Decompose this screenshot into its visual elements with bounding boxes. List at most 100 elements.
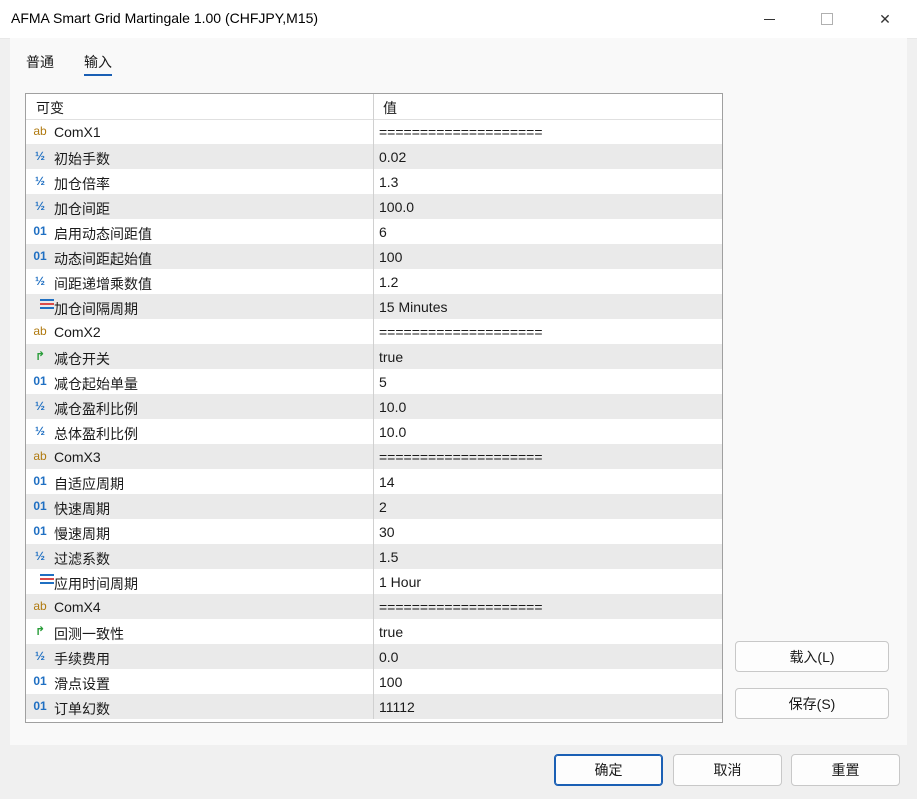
double-icon: ½ <box>34 549 45 563</box>
parameter-value[interactable]: 1.5 <box>379 549 398 565</box>
table-row[interactable]: 01 滑点设置 100 <box>26 669 722 694</box>
parameter-value[interactable]: 0.02 <box>379 149 406 165</box>
column-divider <box>373 469 374 494</box>
table-row[interactable]: ½ 手续费用 0.0 <box>26 644 722 669</box>
string-icon: ab <box>33 599 47 613</box>
parameter-name: 加仓间隔周期 <box>54 301 138 317</box>
column-divider <box>373 419 374 444</box>
parameter-value[interactable]: ==================== <box>379 599 543 615</box>
table-row[interactable]: ab ComX2 ==================== <box>26 319 722 344</box>
table-row[interactable]: ↱ 回测一致性 true <box>26 619 722 644</box>
tab-inputs[interactable]: 输入 <box>84 52 112 76</box>
parameter-value[interactable]: 10.0 <box>379 424 406 440</box>
table-row[interactable]: ½ 加仓间距 100.0 <box>26 194 722 219</box>
parameter-value[interactable]: ==================== <box>379 324 543 340</box>
table-row[interactable]: 01 减仓起始单量 5 <box>26 369 722 394</box>
parameter-value[interactable]: 15 Minutes <box>379 299 447 315</box>
grid-header: 可变 值 <box>26 94 722 120</box>
parameter-name: ComX2 <box>54 324 101 340</box>
load-button[interactable]: 载入(L) <box>735 641 889 672</box>
table-row[interactable]: 01 快速周期 2 <box>26 494 722 519</box>
table-row[interactable]: 加仓间隔周期 15 Minutes <box>26 294 722 319</box>
parameter-value[interactable]: 30 <box>379 524 395 540</box>
table-row[interactable]: ↱ 减仓开关 true <box>26 344 722 369</box>
column-divider <box>373 244 374 269</box>
table-row[interactable]: ab ComX4 ==================== <box>26 594 722 619</box>
parameter-value[interactable]: 1.2 <box>379 274 398 290</box>
column-divider <box>373 294 374 319</box>
parameter-name: 手续费用 <box>54 651 110 667</box>
integer-icon: 01 <box>33 249 47 263</box>
table-row[interactable]: ½ 加仓倍率 1.3 <box>26 169 722 194</box>
parameter-value[interactable]: 100 <box>379 674 402 690</box>
parameter-value[interactable]: 10.0 <box>379 399 406 415</box>
column-divider <box>373 369 374 394</box>
reset-button[interactable]: 重置 <box>791 754 900 786</box>
column-header-value[interactable]: 值 <box>383 98 397 118</box>
double-icon: ½ <box>34 199 45 213</box>
parameter-name: 回测一致性 <box>54 626 124 642</box>
column-header-variable[interactable]: 可变 <box>36 98 64 118</box>
double-icon: ½ <box>34 399 45 413</box>
cancel-button[interactable]: 取消 <box>673 754 782 786</box>
column-divider <box>373 594 374 619</box>
table-row[interactable]: ½ 总体盈利比例 10.0 <box>26 419 722 444</box>
integer-icon: 01 <box>33 499 47 513</box>
inputs-grid: 可变 值 ab ComX1 ==================== ½ 初始手数 0.0… <box>25 93 723 723</box>
table-row[interactable]: 01 订单幻数 11112 <box>26 694 722 719</box>
column-divider <box>373 119 374 144</box>
ok-button[interactable]: 确定 <box>554 754 663 786</box>
parameter-value[interactable]: 14 <box>379 474 395 490</box>
column-divider <box>373 669 374 694</box>
table-row[interactable]: 01 启用动态间距值 6 <box>26 219 722 244</box>
table-row[interactable]: ½ 初始手数 0.02 <box>26 144 722 169</box>
parameter-value[interactable]: ==================== <box>379 124 543 140</box>
parameter-value[interactable]: 5 <box>379 374 387 390</box>
column-divider[interactable] <box>373 94 374 119</box>
table-row[interactable]: 01 慢速周期 30 <box>26 519 722 544</box>
parameter-value[interactable]: true <box>379 624 403 640</box>
integer-icon: 01 <box>33 224 47 238</box>
parameter-name: ComX1 <box>54 124 101 140</box>
double-icon: ½ <box>34 174 45 188</box>
title-bar: AFMA Smart Grid Martingale 1.00 (CHFJPY,… <box>0 0 917 39</box>
parameter-value[interactable]: 100 <box>379 249 402 265</box>
table-row[interactable]: ½ 过滤系数 1.5 <box>26 544 722 569</box>
column-divider <box>373 194 374 219</box>
table-row[interactable]: 01 动态间距起始值 100 <box>26 244 722 269</box>
close-button[interactable]: ✕ <box>862 0 908 38</box>
parameter-name: 快速周期 <box>54 501 110 517</box>
parameter-value[interactable]: ==================== <box>379 449 543 465</box>
column-divider <box>373 319 374 344</box>
table-row[interactable]: ½ 减仓盈利比例 10.0 <box>26 394 722 419</box>
parameter-value[interactable]: 11112 <box>379 699 415 715</box>
table-row[interactable]: ½ 间距递增乘数值 1.2 <box>26 269 722 294</box>
minimize-button[interactable] <box>746 0 792 38</box>
maximize-button[interactable] <box>804 0 850 38</box>
parameter-value[interactable]: 100.0 <box>379 199 414 215</box>
double-icon: ½ <box>34 649 45 663</box>
parameter-value[interactable]: 0.0 <box>379 649 398 665</box>
column-divider <box>373 619 374 644</box>
tab-common[interactable]: 普通 <box>26 52 54 72</box>
enum-icon <box>31 298 54 315</box>
save-button[interactable]: 保存(S) <box>735 688 889 719</box>
parameter-value[interactable]: 2 <box>379 499 387 515</box>
parameter-name: 加仓间距 <box>54 201 110 217</box>
parameter-value[interactable]: 1.3 <box>379 174 398 190</box>
table-row[interactable]: 01 自适应周期 14 <box>26 469 722 494</box>
table-row[interactable]: ab ComX3 ==================== <box>26 444 722 469</box>
column-divider <box>373 644 374 669</box>
column-divider <box>373 694 374 719</box>
table-row[interactable]: 应用时间周期 1 Hour <box>26 569 722 594</box>
parameter-value[interactable]: 1 Hour <box>379 574 421 590</box>
parameter-value[interactable]: true <box>379 349 403 365</box>
string-icon: ab <box>33 324 47 338</box>
parameter-name: 初始手数 <box>54 151 110 167</box>
table-row[interactable]: ab ComX1 ==================== <box>26 119 722 144</box>
parameter-name: 订单幻数 <box>54 701 110 717</box>
string-icon: ab <box>33 449 47 463</box>
parameter-value[interactable]: 6 <box>379 224 387 240</box>
column-divider <box>373 444 374 469</box>
column-divider <box>373 269 374 294</box>
